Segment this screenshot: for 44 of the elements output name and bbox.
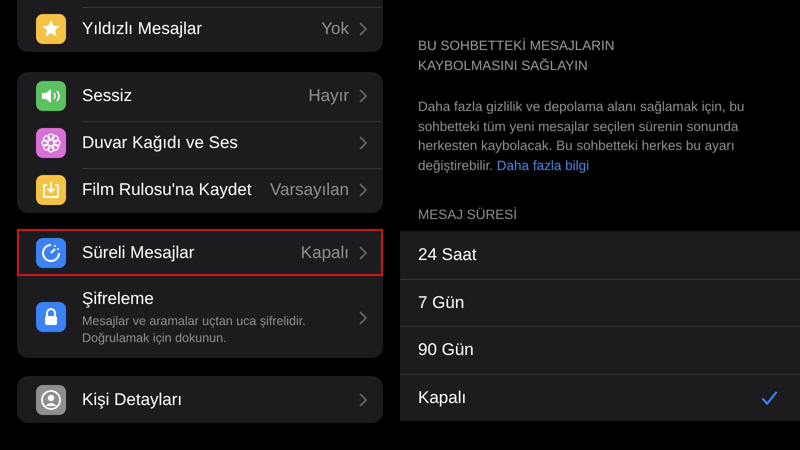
settings-row[interactable]: Duvar Kağıdı ve Ses [17,119,383,166]
settings-row[interactable]: Şifreleme Mesajlar ve aramalar uçtan uca şifrelidir. Doğrulamak için dokunun. [17,276,383,358]
row-value: Hayır [308,86,349,106]
duration-option[interactable]: 7 Gün [400,278,800,326]
section-heading: BU SOHBETTEKİ MESAJLARIN KAYBOLMASINI SAĞLAYIN [417,37,616,75]
chevron-icon [359,22,367,36]
description-text: Daha fazla gizlilik ve depolama alanı sağlamak için, bu sohbetteki tüm yeni mesajlar seçilen sürenin sonunda herkesten kaybolacak. Bu sohbetteki herkes bu ayarı değiştirebilir. Daha fazla bilgi [417,98,746,175]
lock-icon [36,302,66,332]
settings-row[interactable]: Sessiz Hayır [17,72,383,119]
chevron-icon [359,183,367,197]
row-label: Süreli Mesajlar [82,242,196,262]
settings-row[interactable]: Süreli Mesajlar Kapalı [17,229,383,276]
settings-row[interactable]: Kişi Detayları [17,376,383,423]
row-label: Yıldızlı Mesajlar [82,19,203,39]
row-value: Kapalı [300,242,349,262]
option-label: 24 Saat [418,244,477,265]
row-label: Kişi Detayları [82,390,184,410]
row-label: Sessiz [82,86,134,106]
chevron-icon [359,88,367,102]
row-label: Duvar Kağıdı ve Ses [82,133,239,153]
chevron-icon [359,136,367,150]
option-label: 90 Gün [418,340,474,360]
row-value: Yok [321,19,349,39]
duration-option[interactable]: Kapalı [400,374,800,421]
row-description: Mesajlar ve aramalar uçtan uca şifrelidir. Doğrulamak için dokunun. [82,312,307,346]
chevron-icon [359,310,367,324]
option-label: 7 Gün [418,292,464,313]
settings-row[interactable]: Yıldızlı Mesajlar Yok [17,5,383,52]
chevron-icon [359,246,367,260]
timer-icon [36,238,66,268]
option-label: Kapalı [418,388,466,408]
section-heading: MESAJ SÜRESİ [417,207,518,223]
speaker-icon [36,80,66,110]
learn-more-link[interactable]: Daha fazla bilgi [496,158,590,172]
row-value: Varsayılan [270,180,349,200]
row-label: Şifreleme [82,288,155,308]
download-icon [36,174,66,204]
duration-option[interactable]: 24 Saat [400,231,800,278]
row-label: Film Rulosu'na Kaydet [82,180,253,200]
person-icon [36,384,66,414]
duration-option[interactable]: 90 Gün [400,326,800,374]
settings-row[interactable]: Film Rulosu'na Kaydet Varsayılan [17,166,383,213]
chevron-icon [359,392,367,406]
flower-icon [36,128,66,158]
